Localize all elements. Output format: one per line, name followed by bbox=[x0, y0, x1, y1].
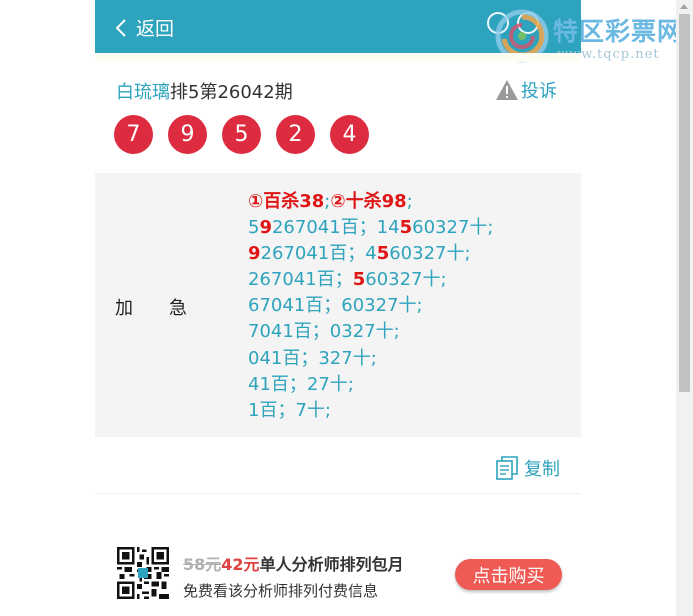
page-title: 白琉璃排5第26042期 bbox=[116, 78, 293, 104]
watermark-name: 特区彩票网 bbox=[553, 17, 684, 46]
promo-description: 免费看该分析师排列付费信息 bbox=[183, 582, 379, 600]
scroll-up-arrow-icon[interactable] bbox=[680, 4, 688, 9]
copy-document-icon bbox=[496, 456, 518, 480]
prediction-line: 1百；7十; bbox=[248, 399, 331, 421]
number-ball: 7 bbox=[114, 115, 153, 154]
number-ball: 5 bbox=[222, 115, 261, 154]
scroll-thumb[interactable] bbox=[679, 14, 690, 392]
prediction-line: 041百；327十; bbox=[248, 347, 377, 369]
number-ball: 2 bbox=[276, 115, 315, 154]
back-label: 返回 bbox=[136, 18, 175, 40]
prediction-line: 59267041百；14560327十; bbox=[248, 217, 494, 239]
kill-ten: ②十杀98 bbox=[330, 191, 407, 212]
prediction-line: 267041百；560327十; bbox=[248, 269, 447, 291]
back-button[interactable]: 返回 bbox=[115, 14, 174, 41]
prediction-line: 41百；27十; bbox=[248, 373, 354, 395]
issue-title: 排5第26042期 bbox=[170, 82, 293, 103]
package-name: 单人分析师排列包月 bbox=[259, 555, 404, 574]
qr-code-icon bbox=[117, 547, 169, 599]
kill-line: ①百杀38;②十杀98; bbox=[248, 191, 413, 212]
chevron-left-icon bbox=[115, 18, 126, 37]
old-price: 58元 bbox=[183, 555, 222, 574]
result-numbers: 7 9 5 2 4 bbox=[114, 115, 384, 154]
panel-label: 加 急 bbox=[115, 298, 187, 319]
promo-title: 58元42元单人分析师排列包月 bbox=[183, 551, 404, 575]
new-price: 42元 bbox=[221, 555, 260, 574]
copy-button[interactable]: 复制 bbox=[495, 455, 560, 481]
complain-label: 投诉 bbox=[521, 81, 557, 102]
divider bbox=[95, 493, 581, 494]
buy-button[interactable]: 点击购买 bbox=[455, 559, 562, 590]
author-link[interactable]: 白琉璃 bbox=[116, 82, 170, 103]
header-strip bbox=[95, 53, 581, 62]
prediction-lines: ①百杀38;②十杀98; 59267041百；14560327十; 926704… bbox=[248, 189, 493, 424]
prediction-line: 7041百；0327十; bbox=[248, 321, 400, 343]
prediction-line: 67041百；60327十; bbox=[248, 295, 423, 317]
number-ball: 4 bbox=[330, 115, 369, 154]
kill-hundred: ①百杀38 bbox=[248, 191, 325, 212]
complain-button[interactable]: 投诉 bbox=[495, 77, 557, 103]
number-ball: 9 bbox=[168, 115, 207, 154]
prediction-panel: 加 急 ①百杀38;②十杀98; 59267041百；14560327十; 92… bbox=[95, 173, 581, 437]
copy-label: 复制 bbox=[524, 459, 560, 480]
prediction-line: 9267041百；4560327十; bbox=[248, 243, 471, 265]
page: 返回 特区彩票网 www.tqcp.net 白琉璃排5第26042期 投诉 7 … bbox=[0, 0, 693, 616]
vertical-scrollbar[interactable] bbox=[676, 0, 693, 616]
warning-triangle-icon bbox=[496, 80, 518, 100]
